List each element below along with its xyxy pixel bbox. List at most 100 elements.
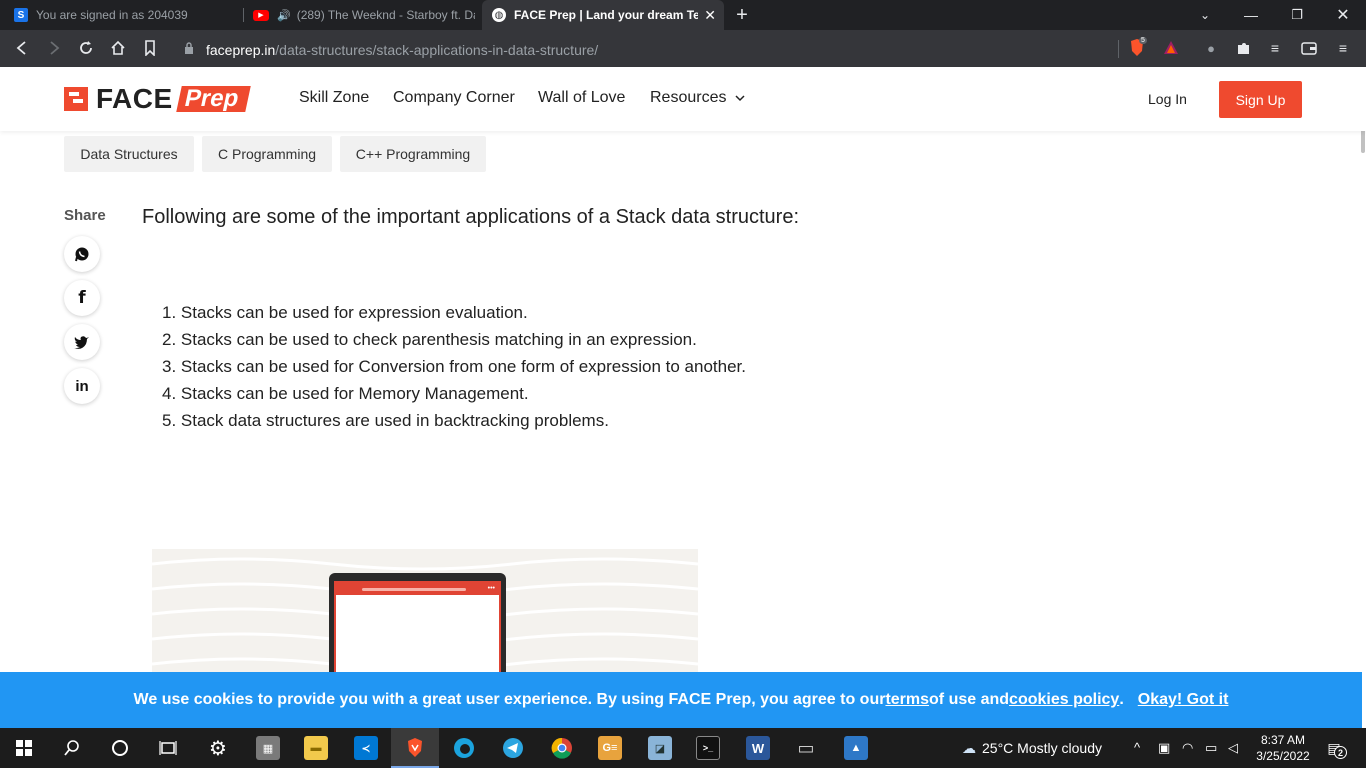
search-icon[interactable] xyxy=(60,736,84,760)
home-icon[interactable] xyxy=(109,39,127,57)
windows-taskbar: ⚙ ▦ ▬ ≺ G≡ ◪ >_ W ▭ ▲ ☁ 25°C Mostly cloud… xyxy=(0,728,1366,768)
twitter-share-button[interactable] xyxy=(64,324,100,360)
wifi-icon[interactable]: ◠ xyxy=(1182,740,1193,756)
close-tab-icon[interactable]: ✕ xyxy=(704,7,716,24)
linkedin-share-button[interactable]: in xyxy=(64,368,100,404)
tag-c-programming[interactable]: C Programming xyxy=(202,136,332,172)
clock[interactable]: 8:37 AM 3/25/2022 xyxy=(1254,732,1312,764)
article-intro: Following are some of the important appl… xyxy=(142,206,800,228)
share-label: Share xyxy=(64,207,106,224)
facebook-share-button[interactable]: f xyxy=(64,280,100,316)
page-scrollbar[interactable] xyxy=(1360,67,1366,672)
address-bar[interactable]: faceprep.in/data-structures/stack-applic… xyxy=(168,33,1358,64)
cortana-icon[interactable] xyxy=(108,736,132,760)
bookmark-icon[interactable] xyxy=(141,39,159,57)
list-item: 2. Stacks can be used to check parenthes… xyxy=(162,330,697,349)
show-hidden-icons-icon[interactable]: ^ xyxy=(1134,740,1140,755)
list-item: 5. Stack data structures are used in bac… xyxy=(162,411,609,430)
windows-start-icon[interactable] xyxy=(12,736,36,760)
logo-mark-icon xyxy=(64,87,88,111)
url-divider xyxy=(1118,40,1119,58)
volume-icon[interactable]: ◁ xyxy=(1228,740,1238,756)
facebook-icon: f xyxy=(78,288,86,308)
url-host: faceprep.in xyxy=(206,42,276,58)
linkedin-icon: in xyxy=(75,377,89,395)
list-item: 1. Stacks can be used for expression eva… xyxy=(162,303,528,322)
laptop-screen: ••• xyxy=(334,581,501,672)
calculator-icon[interactable]: ▦ xyxy=(256,736,280,760)
edge-icon[interactable] xyxy=(452,736,476,760)
vscode-icon[interactable]: ≺ xyxy=(354,736,378,760)
nav-resources[interactable]: Resources xyxy=(650,89,745,107)
tab-title: (289) The Weeknd - Starboy ft. Daft Punk xyxy=(296,8,475,22)
brave-shield-icon[interactable]: 5 xyxy=(1128,37,1147,57)
meet-now-icon[interactable]: ▣ xyxy=(1158,740,1170,756)
photos-icon[interactable]: ▲ xyxy=(844,736,868,760)
menu-icon[interactable]: ≡ xyxy=(1334,39,1352,57)
cookie-text-end: . xyxy=(1119,691,1124,708)
app-ge-icon[interactable]: G≡ xyxy=(598,736,622,760)
url-text: faceprep.in/data-structures/stack-applic… xyxy=(206,42,598,58)
tab-faceprep[interactable]: ◍ FACE Prep | Land your dream Tech Job ✕ xyxy=(482,0,724,30)
nav-company-corner[interactable]: Company Corner xyxy=(393,89,515,107)
forward-icon[interactable] xyxy=(45,39,63,57)
puzzle-extensions-icon[interactable] xyxy=(1235,39,1253,57)
reload-icon[interactable] xyxy=(77,39,95,57)
tag-data-structures[interactable]: Data Structures xyxy=(64,136,194,172)
telegram-icon[interactable] xyxy=(501,736,525,760)
signup-button[interactable]: Sign Up xyxy=(1219,81,1302,118)
chrome-icon[interactable] xyxy=(550,736,574,760)
tab-title: FACE Prep | Land your dream Tech Job xyxy=(514,8,698,22)
brave-rewards-icon[interactable] xyxy=(1162,39,1180,57)
logo-prep-text: Prep xyxy=(175,85,251,112)
stack-illustration: ••• xyxy=(152,549,698,672)
notes-app-icon[interactable]: ◪ xyxy=(648,736,672,760)
word-icon[interactable]: W xyxy=(746,736,770,760)
tab-search-icon[interactable]: ⌄ xyxy=(1182,0,1228,30)
brave-icon xyxy=(403,736,427,760)
s-icon: S xyxy=(14,8,28,22)
nav-wall-of-love[interactable]: Wall of Love xyxy=(538,89,625,107)
restore-button[interactable]: ❐ xyxy=(1274,0,1320,30)
cookie-accept-button[interactable]: Okay! Got it xyxy=(1138,691,1229,709)
site-header: FACE Prep Skill Zone Company Corner Wall… xyxy=(0,67,1366,131)
brave-taskbar-button[interactable] xyxy=(391,728,439,768)
cloudy-weather-icon: ☁ xyxy=(962,740,976,756)
browser-tab-bar: S You are signed in as 204039 ▶ 🔊 (289) … xyxy=(0,0,1366,30)
tab-title: You are signed in as 204039 xyxy=(36,8,188,22)
cookie-text-middle: of use and xyxy=(929,691,1010,708)
nav-skill-zone[interactable]: Skill Zone xyxy=(299,89,369,107)
laptop-image: ••• xyxy=(329,573,506,672)
weather-text: 25°C Mostly cloudy xyxy=(982,740,1102,756)
notification-count-badge: 2 xyxy=(1334,746,1347,759)
tab-youtube[interactable]: ▶ 🔊 (289) The Weeknd - Starboy ft. Daft … xyxy=(245,0,475,30)
file-explorer-icon[interactable]: ▬ xyxy=(304,736,328,760)
close-window-button[interactable]: ✕ xyxy=(1320,0,1366,30)
settings-gear-icon[interactable]: ⚙ xyxy=(206,736,230,760)
faceprep-logo[interactable]: FACE Prep xyxy=(64,83,251,114)
battery-icon[interactable]: ▭ xyxy=(1205,740,1217,756)
extension-icon[interactable]: ● xyxy=(1202,39,1220,57)
task-view-icon[interactable] xyxy=(156,736,180,760)
minimize-button[interactable]: — xyxy=(1228,0,1274,30)
terminal-icon[interactable]: >_ xyxy=(696,736,720,760)
new-tab-button[interactable]: + xyxy=(728,0,756,30)
removable-drive-icon[interactable]: ▭ xyxy=(794,736,818,760)
back-icon[interactable] xyxy=(13,39,31,57)
wallet-icon[interactable] xyxy=(1300,39,1318,57)
cookies-policy-link[interactable]: cookies policy xyxy=(1009,691,1119,709)
chevron-down-icon xyxy=(735,95,745,102)
notification-center-icon[interactable]: ▤ 2 xyxy=(1322,736,1347,760)
tag-cpp-programming[interactable]: C++ Programming xyxy=(340,136,486,172)
lock-icon[interactable] xyxy=(180,39,198,57)
list-item: 4. Stacks can be used for Memory Managem… xyxy=(162,384,529,403)
weather-widget[interactable]: ☁ 25°C Mostly cloudy xyxy=(962,740,1102,757)
clock-time: 8:37 AM xyxy=(1260,733,1306,747)
twitter-icon xyxy=(74,336,89,349)
speaker-icon[interactable]: 🔊 xyxy=(277,9,291,22)
terms-link[interactable]: terms xyxy=(885,691,929,709)
login-link[interactable]: Log In xyxy=(1148,91,1187,107)
whatsapp-share-button[interactable] xyxy=(64,236,100,272)
tab-signed-in[interactable]: S You are signed in as 204039 xyxy=(8,0,242,30)
media-playlist-icon[interactable]: ≡ xyxy=(1266,39,1284,57)
